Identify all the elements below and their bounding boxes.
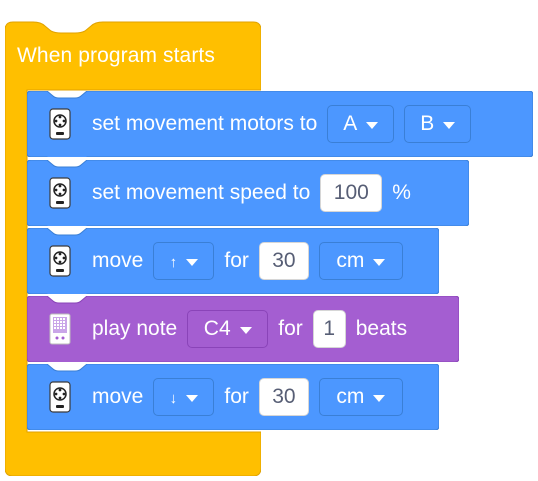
block-text: move xyxy=(92,249,144,272)
code-canvas: When program starts set movement motors … xyxy=(0,0,538,481)
block-text: move xyxy=(92,385,144,408)
direction-dropdown[interactable]: ↓ xyxy=(153,378,215,416)
movement-hub-icon xyxy=(49,177,71,209)
motor-port-2-dropdown[interactable]: B xyxy=(404,105,472,143)
chevron-down-icon xyxy=(373,258,386,266)
set-movement-motors-block[interactable]: set movement motors to A B xyxy=(27,91,533,157)
play-note-block[interactable]: play note C4 for 1 beats xyxy=(27,296,459,362)
chevron-down-icon xyxy=(186,394,199,402)
chevron-down-icon xyxy=(366,121,379,129)
movement-hub-icon xyxy=(49,381,71,413)
movement-hub-icon xyxy=(49,108,71,140)
beats-input[interactable]: 1 xyxy=(312,310,346,348)
arrow-down-icon: ↓ xyxy=(169,389,178,407)
dropdown-value: B xyxy=(420,112,435,135)
chevron-down-icon xyxy=(443,121,456,129)
chevron-down-icon xyxy=(373,394,386,402)
dropdown-value: cm xyxy=(336,249,365,272)
unit-label: % xyxy=(392,181,411,204)
unit-label: beats xyxy=(355,317,408,340)
arrow-up-icon: ↑ xyxy=(169,253,178,271)
move-forward-block[interactable]: move ↑ for 30 cm xyxy=(27,228,439,294)
movement-hub-icon xyxy=(49,245,71,277)
distance-input[interactable]: 30 xyxy=(258,242,309,280)
speed-input[interactable]: 100 xyxy=(320,174,383,212)
dropdown-value: A xyxy=(343,112,358,135)
unit-dropdown[interactable]: cm xyxy=(318,242,403,280)
block-text: set movement speed to xyxy=(92,181,311,204)
set-movement-speed-block[interactable]: set movement speed to 100 % xyxy=(27,160,469,226)
light-matrix-icon xyxy=(49,313,71,345)
chevron-down-icon xyxy=(239,326,252,334)
direction-dropdown[interactable]: ↑ xyxy=(153,242,215,280)
for-label: for xyxy=(224,249,249,272)
block-text: play note xyxy=(92,317,178,340)
for-label: for xyxy=(224,385,249,408)
distance-input[interactable]: 30 xyxy=(258,378,309,416)
dropdown-value: C4 xyxy=(203,317,231,340)
dropdown-value: cm xyxy=(336,385,365,408)
unit-dropdown[interactable]: cm xyxy=(318,378,403,416)
chevron-down-icon xyxy=(186,258,199,266)
move-backward-block[interactable]: move ↓ for 30 cm xyxy=(27,364,439,430)
note-dropdown[interactable]: C4 xyxy=(187,310,269,348)
block-text: set movement motors to xyxy=(92,112,318,135)
motor-port-1-dropdown[interactable]: A xyxy=(327,105,395,143)
for-label: for xyxy=(278,317,303,340)
hat-label: When program starts xyxy=(17,44,215,67)
